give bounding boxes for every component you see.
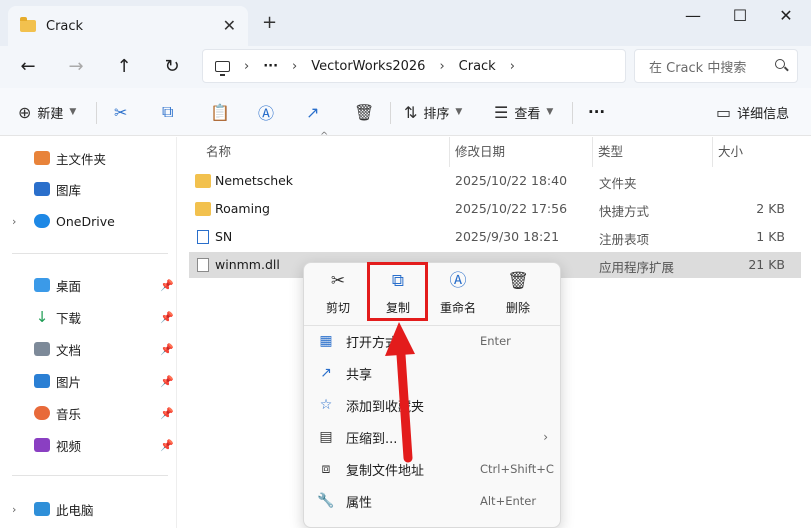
annotation-arrow-icon <box>385 322 415 463</box>
